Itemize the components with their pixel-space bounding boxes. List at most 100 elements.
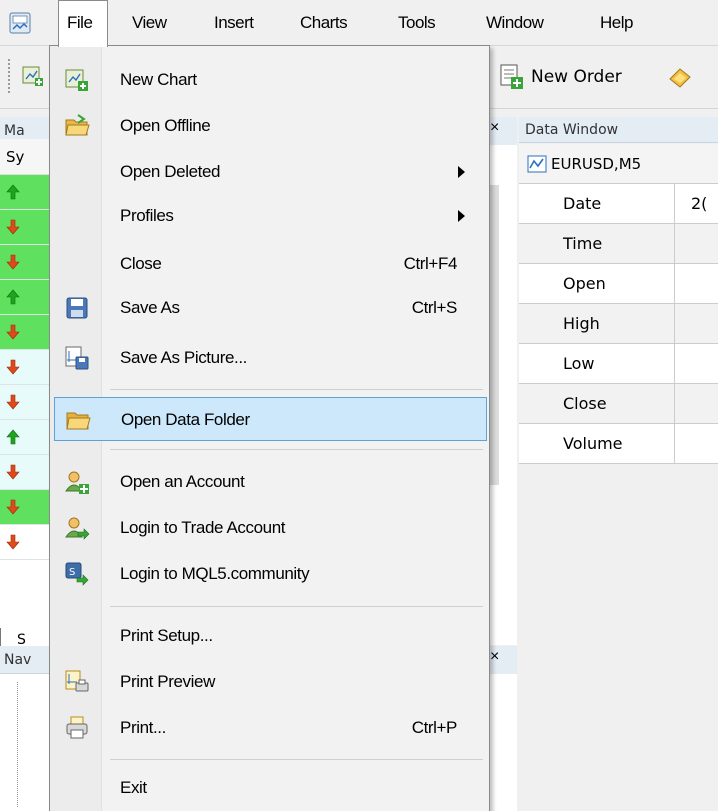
navigator-body-end xyxy=(487,674,517,811)
menu-item-login-mql5[interactable]: S Login to MQL5.community xyxy=(54,552,487,596)
menu-item-label: Login to MQL5.community xyxy=(120,564,310,583)
menu-item-open-offline[interactable]: Open Offline xyxy=(54,104,487,148)
market-row[interactable] xyxy=(0,210,49,245)
navigator-panel xyxy=(0,674,50,811)
menu-item-exit[interactable]: Exit xyxy=(54,766,487,810)
close-icon[interactable]: × xyxy=(490,119,499,137)
app-chart-icon[interactable] xyxy=(9,12,31,34)
menu-item-open-data-folder[interactable]: Open Data Folder xyxy=(54,397,487,441)
new-chart-icon[interactable] xyxy=(22,65,44,87)
data-label: Date xyxy=(519,184,675,223)
market-watch-header-end: × xyxy=(487,117,517,145)
new-order-label: New Order xyxy=(531,67,622,87)
menu-window[interactable]: Window xyxy=(486,0,544,46)
menu-item-shortcut: Ctrl+P xyxy=(411,718,458,737)
market-row[interactable] xyxy=(0,420,49,455)
file-menu-dropdown: New Chart Open Offline Open Deleted Prof… xyxy=(49,45,490,811)
symbol-column-header[interactable]: Sy xyxy=(0,139,49,175)
arrow-up-icon xyxy=(6,429,20,445)
login-user-icon xyxy=(65,517,90,540)
menu-item-label: Open an Account xyxy=(120,472,245,491)
menu-item-close[interactable]: Close Ctrl+F4 xyxy=(54,242,487,286)
data-row-close: Close xyxy=(519,384,718,424)
arrow-down-icon xyxy=(6,359,20,375)
menu-item-label: Print Preview xyxy=(120,672,215,691)
data-row-volume: Volume xyxy=(519,424,718,464)
printer-icon xyxy=(66,716,88,739)
menu-charts[interactable]: Charts xyxy=(300,0,348,46)
market-row[interactable] xyxy=(0,280,49,315)
menu-item-new-chart[interactable]: New Chart xyxy=(54,58,487,102)
market-row[interactable] xyxy=(0,315,49,350)
arrow-down-icon xyxy=(6,534,20,550)
menu-tools[interactable]: Tools xyxy=(398,0,436,46)
folder-icon xyxy=(66,412,91,430)
open-folder-icon xyxy=(65,114,90,136)
menu-item-print-setup[interactable]: Print Setup... xyxy=(54,614,487,658)
chart-symbol-icon xyxy=(527,155,547,172)
menu-item-print[interactable]: Print... Ctrl+P xyxy=(54,706,487,750)
menu-item-label: Exit xyxy=(120,778,147,797)
menu-separator xyxy=(110,389,483,390)
menu-item-shortcut: Ctrl+S xyxy=(411,298,458,317)
menu-item-label: Print... xyxy=(120,718,166,737)
menu-item-open-account[interactable]: Open an Account xyxy=(54,460,487,504)
navigator-header: Nav xyxy=(0,646,50,674)
data-label: Close xyxy=(519,384,675,423)
menu-item-label: Login to Trade Account xyxy=(120,518,286,537)
arrow-down-icon xyxy=(6,499,20,515)
arrow-down-icon xyxy=(6,254,20,270)
new-order-button[interactable]: New Order xyxy=(499,60,622,94)
arrow-down-icon xyxy=(6,324,20,340)
data-window-empty-area xyxy=(519,464,718,811)
menu-item-profiles[interactable]: Profiles xyxy=(54,194,487,238)
data-label: High xyxy=(519,304,675,343)
market-row[interactable] xyxy=(0,385,49,420)
market-watch-scroll-area xyxy=(487,145,517,645)
menu-item-label: Print Setup... xyxy=(120,626,213,645)
data-row-low: Low xyxy=(519,344,718,384)
menu-item-label: Profiles xyxy=(120,206,174,225)
scrollbar-thumb[interactable] xyxy=(490,185,499,485)
new-chart-icon xyxy=(65,69,88,91)
data-row-date: Date 2( xyxy=(519,184,718,224)
menu-item-open-deleted[interactable]: Open Deleted xyxy=(54,150,487,194)
menu-item-label: Open Deleted xyxy=(120,162,221,181)
menu-help[interactable]: Help xyxy=(600,0,633,46)
close-icon[interactable]: × xyxy=(490,648,499,666)
add-user-icon xyxy=(65,471,89,494)
menu-item-shortcut: Ctrl+F4 xyxy=(403,254,458,273)
data-value: 2( xyxy=(691,194,708,213)
toolbar-grip[interactable] xyxy=(8,59,12,93)
data-row-open: Open xyxy=(519,264,718,304)
market-row[interactable] xyxy=(0,245,49,280)
data-window-symbol: EURUSD,M5 xyxy=(519,144,718,184)
market-row[interactable] xyxy=(0,350,49,385)
save-picture-icon xyxy=(65,346,89,370)
submenu-arrow-icon xyxy=(458,166,465,178)
arrow-down-icon xyxy=(6,464,20,480)
menu-bar: File View Insert Charts Tools Window Hel… xyxy=(0,0,718,47)
menu-file[interactable]: File xyxy=(58,0,108,47)
menu-item-login-trade-account[interactable]: Login to Trade Account xyxy=(54,506,487,550)
floppy-disk-icon xyxy=(66,297,88,319)
market-row[interactable] xyxy=(0,490,49,525)
data-value xyxy=(675,384,718,423)
arrow-down-icon xyxy=(6,394,20,410)
market-row[interactable] xyxy=(0,175,49,210)
menu-item-print-preview[interactable]: Print Preview xyxy=(54,660,487,704)
menu-item-save-as[interactable]: Save As Ctrl+S xyxy=(54,286,487,330)
menu-item-save-as-picture[interactable]: Save As Picture... xyxy=(54,336,487,380)
data-window-table: Date 2( Time Open High Low Close Volume xyxy=(519,184,718,464)
menu-item-label: New Chart xyxy=(120,70,197,89)
menu-view[interactable]: View xyxy=(132,0,167,46)
menu-separator xyxy=(110,606,483,607)
menu-item-label: Open Data Folder xyxy=(121,410,250,429)
new-order-icon xyxy=(500,64,523,89)
auto-trading-icon[interactable] xyxy=(668,67,692,89)
submenu-arrow-icon xyxy=(458,210,465,222)
market-row[interactable] xyxy=(0,525,49,560)
market-row[interactable] xyxy=(0,455,49,490)
data-value xyxy=(675,424,718,463)
menu-insert[interactable]: Insert xyxy=(214,0,254,46)
